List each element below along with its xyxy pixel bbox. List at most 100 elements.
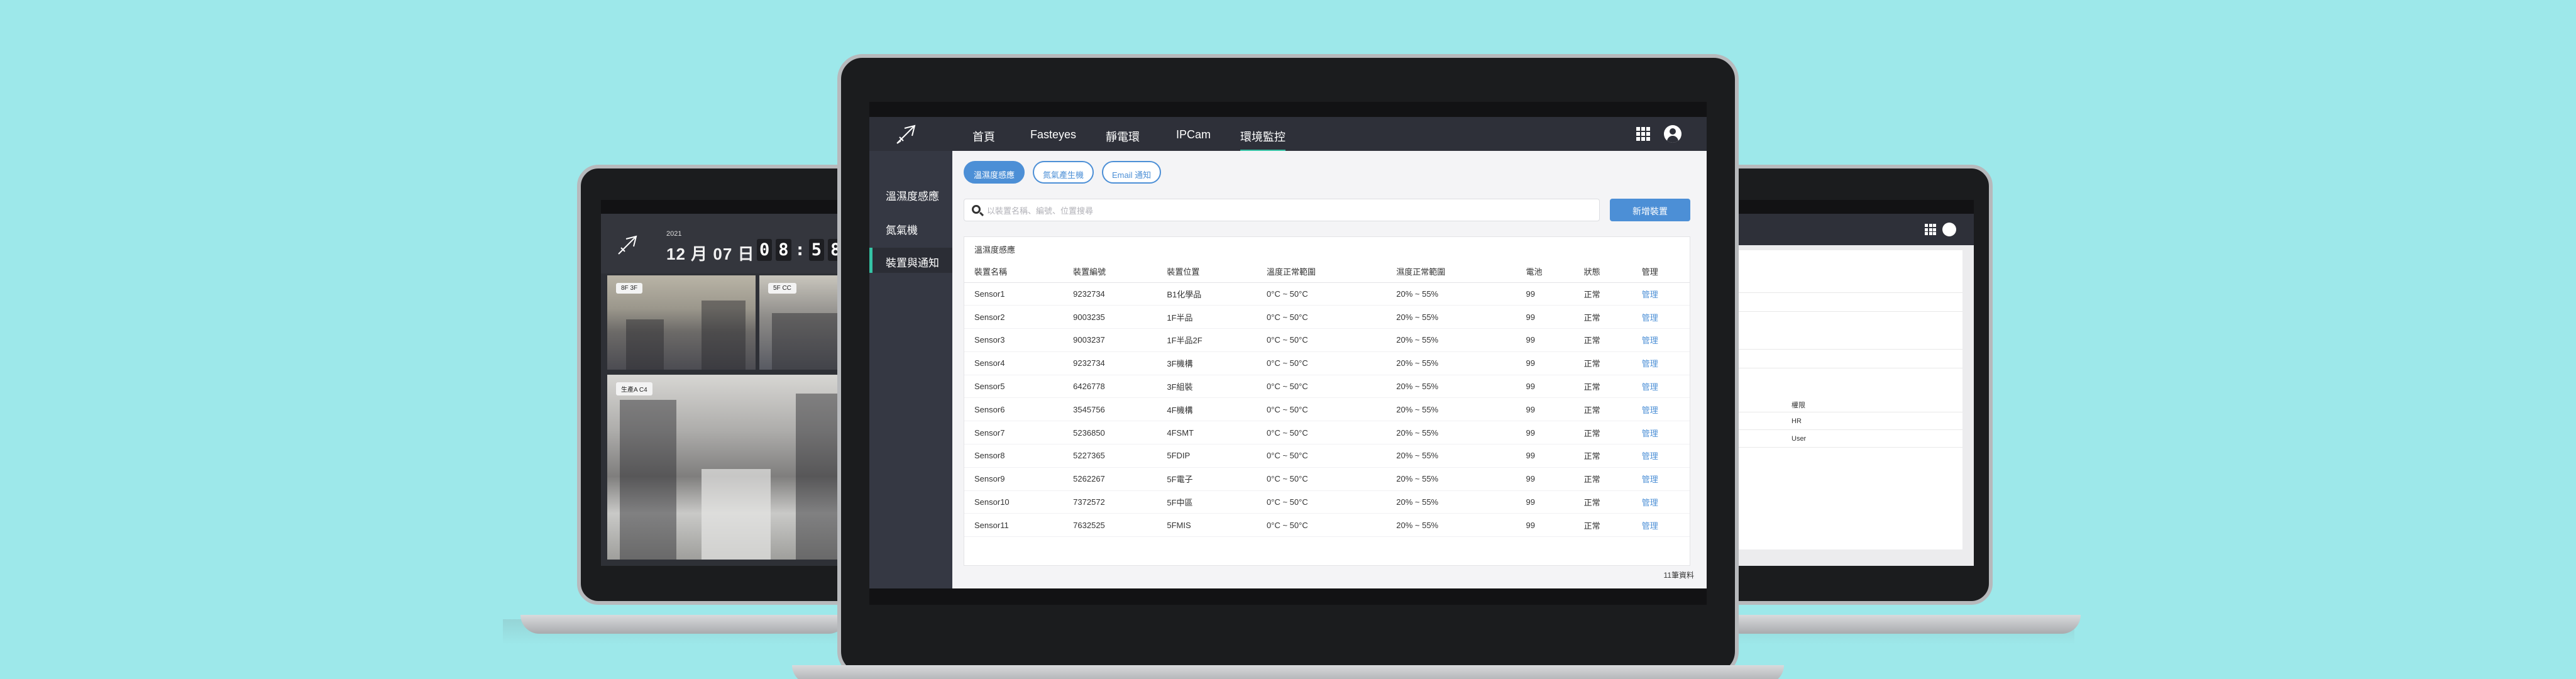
rocket-logo-icon[interactable]	[893, 122, 918, 147]
battery: 99	[1516, 328, 1574, 352]
status: 正常	[1573, 328, 1632, 352]
device-table-card: 溫濕度感應 裝置名稱 裝置編號 裝置位置 溫度正常範圍 濕度正常範圍 電池 狀態…	[964, 236, 1690, 566]
temp-range: 0°C ~ 50°C	[1257, 328, 1387, 352]
right-laptop-screen: 權限 HR User	[1722, 200, 1974, 566]
manage-link[interactable]: 管理	[1631, 513, 1690, 538]
humidity-range: 20% ~ 55%	[1386, 467, 1516, 491]
table-row: Sensor10 7372572 5F中區 0°C ~ 50°C 20% ~ 55% 99…	[964, 490, 1690, 514]
temp-range: 0°C ~ 50°C	[1257, 444, 1387, 468]
nav-environment-monitoring[interactable]: 環境監控	[1240, 128, 1285, 152]
temp-range: 0°C ~ 50°C	[1257, 375, 1387, 399]
user-avatar-icon[interactable]	[1942, 223, 1956, 236]
battery: 99	[1516, 397, 1574, 422]
tab-temp-humidity[interactable]: 溫濕度感應	[964, 161, 1025, 184]
apps-grid-icon[interactable]	[1925, 224, 1936, 235]
factory-equipment	[626, 319, 664, 370]
manage-link[interactable]: 管理	[1631, 444, 1690, 468]
device-name: Sensor2	[964, 305, 1064, 329]
factory-equipment	[620, 400, 676, 560]
manage-link[interactable]: 管理	[1631, 375, 1690, 399]
device-location: 1F半品2F	[1157, 328, 1257, 352]
manage-link[interactable]: 管理	[1631, 397, 1690, 422]
status: 正常	[1573, 490, 1632, 514]
camera-feed[interactable]: 8F 3F	[607, 275, 756, 370]
humidity-range: 20% ~ 55%	[1386, 282, 1516, 306]
table-row	[1722, 332, 1962, 350]
device-name: Sensor11	[964, 513, 1064, 538]
camera-label: 5F CC	[768, 283, 796, 294]
battery: 99	[1516, 467, 1574, 491]
table-row: Sensor7 5236850 4FSMT 0°C ~ 50°C 20% ~ 55% 99…	[964, 421, 1690, 445]
device-name: Sensor7	[964, 421, 1064, 445]
date-label: 12 月 07 日	[666, 245, 755, 263]
humidity-range: 20% ~ 55%	[1386, 421, 1516, 445]
user-avatar-icon[interactable]	[1664, 125, 1682, 143]
battery: 99	[1516, 282, 1574, 306]
table-row	[1722, 351, 1962, 368]
rocket-logo-icon	[618, 235, 637, 255]
device-location: 5FDIP	[1157, 444, 1257, 468]
camera-label: 8F 3F	[616, 283, 643, 294]
table-row	[1722, 294, 1962, 312]
left-laptop-screen: 2021 12 月 07 日 0 8 : 5 8 : 3 8F 3F 5F CC…	[601, 200, 865, 566]
humidity-range: 20% ~ 55%	[1386, 444, 1516, 468]
device-name: Sensor4	[964, 351, 1064, 375]
dashboard-header: 2021 12 月 07 日 0 8 : 5 8 : 3	[601, 214, 865, 273]
apps-grid-icon[interactable]	[1636, 127, 1650, 141]
right-laptop-base	[1722, 615, 2081, 634]
status: 正常	[1573, 421, 1632, 445]
status: 正常	[1573, 513, 1632, 538]
battery: 99	[1516, 421, 1574, 445]
permission-value: User	[1792, 435, 1807, 443]
device-name: Sensor6	[964, 397, 1064, 422]
battery: 99	[1516, 513, 1574, 538]
temp-range: 0°C ~ 50°C	[1257, 305, 1387, 329]
manage-link[interactable]: 管理	[1631, 328, 1690, 352]
sidebar-item-nitrogen[interactable]: 氮氣機	[869, 215, 952, 240]
table-title: 溫濕度感應	[974, 245, 1016, 255]
table-row: User	[1722, 430, 1962, 448]
nav-home[interactable]: 首頁	[972, 128, 995, 145]
device-id: 9003237	[1063, 328, 1157, 352]
device-name: Sensor1	[964, 282, 1064, 306]
camera-feed[interactable]: 生產A C4	[607, 375, 860, 560]
battery: 99	[1516, 375, 1574, 399]
device-id: 9232734	[1063, 351, 1157, 375]
manage-link[interactable]: 管理	[1631, 421, 1690, 445]
table-row: Sensor11 7632525 5FMIS 0°C ~ 50°C 20% ~ 55% 9…	[964, 513, 1690, 538]
nav-ipcam[interactable]: IPCam	[1176, 128, 1211, 141]
screen-bezel	[1722, 200, 1974, 214]
temp-range: 0°C ~ 50°C	[1257, 490, 1387, 514]
search-icon	[972, 205, 981, 214]
table-row: Sensor1 9232734 B1化學品 0°C ~ 50°C 20% ~ 55% 99…	[964, 282, 1690, 306]
device-id: 3545756	[1063, 397, 1157, 422]
col-location: 裝置位置	[1157, 261, 1257, 283]
sidebar-item-temp-humidity[interactable]: 溫濕度感應	[869, 181, 952, 206]
manage-link[interactable]: 管理	[1631, 467, 1690, 491]
humidity-range: 20% ~ 55%	[1386, 513, 1516, 538]
table-row: Sensor2 9003235 1F半品 0°C ~ 50°C 20% ~ 55% 99 正…	[964, 305, 1690, 329]
tab-email-notification[interactable]: Email 通知	[1102, 161, 1162, 184]
manage-link[interactable]: 管理	[1631, 490, 1690, 514]
device-location: 4F機構	[1157, 397, 1257, 422]
device-location: 1F半品	[1157, 305, 1257, 329]
center-laptop-base	[792, 665, 1784, 679]
battery: 99	[1516, 444, 1574, 468]
device-location: B1化學品	[1157, 282, 1257, 306]
manage-link[interactable]: 管理	[1631, 305, 1690, 329]
status: 正常	[1573, 375, 1632, 399]
humidity-range: 20% ~ 55%	[1386, 375, 1516, 399]
tab-nitrogen-generator[interactable]: 氮氣產生機	[1033, 161, 1094, 184]
factory-equipment	[772, 313, 847, 370]
col-device-id: 裝置編號	[1063, 261, 1157, 283]
manage-link[interactable]: 管理	[1631, 351, 1690, 375]
nav-static-ring[interactable]: 靜電環	[1106, 128, 1140, 145]
add-device-button[interactable]: 新增裝置	[1610, 199, 1690, 221]
device-location: 3F機構	[1157, 351, 1257, 375]
search-input[interactable]	[987, 203, 1590, 218]
humidity-range: 20% ~ 55%	[1386, 397, 1516, 422]
sidebar: 溫濕度感應 氮氣機 裝置與通知	[869, 151, 952, 588]
sidebar-item-devices-notifications[interactable]: 裝置與通知	[869, 248, 952, 273]
manage-link[interactable]: 管理	[1631, 282, 1690, 306]
nav-fasteyes[interactable]: Fasteyes	[1030, 128, 1076, 141]
